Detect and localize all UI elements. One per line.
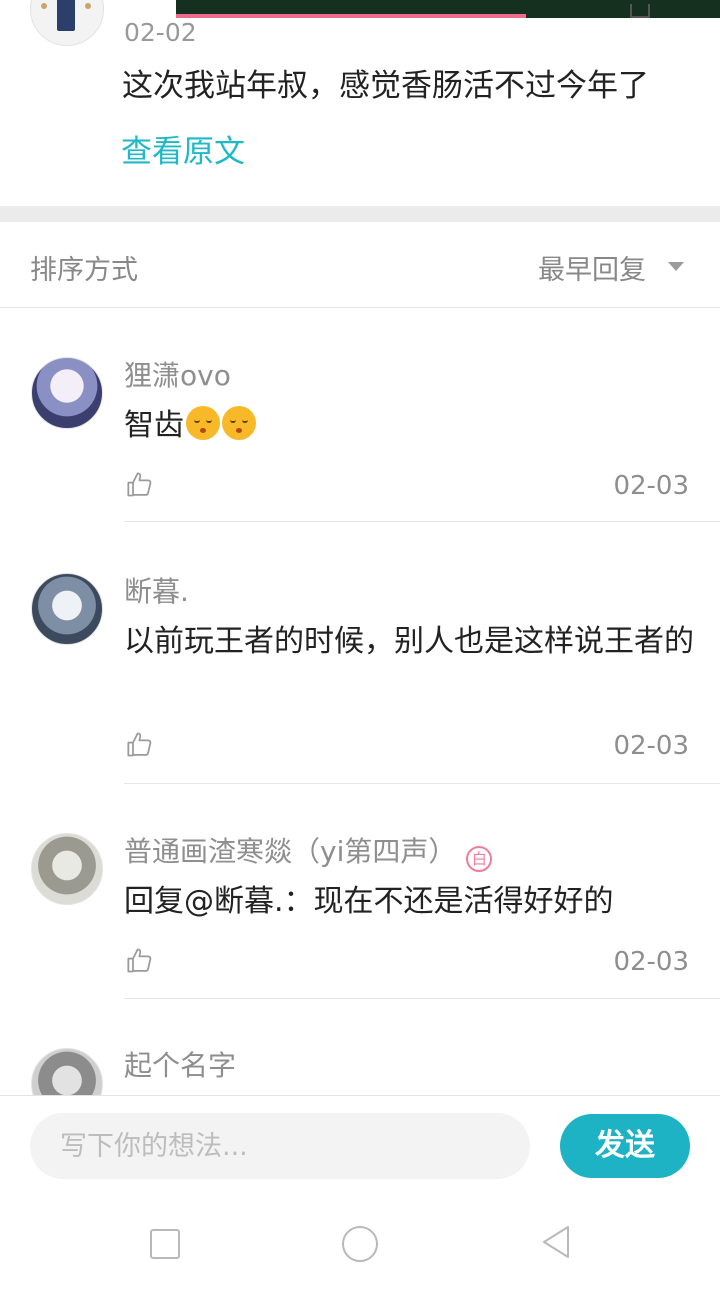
comment-author[interactable]: 狸潇ovo <box>124 354 231 394</box>
media-control-icon[interactable] <box>630 4 650 18</box>
comment-author[interactable]: 起个名字 <box>124 1044 236 1084</box>
post-text: 这次我站年叔，感觉香肠活不过今年了 <box>122 68 649 104</box>
comment-author[interactable]: 普通画渣寒燚（yi第四声）白 <box>124 830 493 872</box>
nav-home-icon[interactable] <box>342 1226 378 1262</box>
media-preview[interactable] <box>176 0 720 18</box>
media-progress-bar <box>176 14 526 18</box>
comment-date: 02-03 <box>613 947 689 977</box>
kissing-face-emoji <box>186 406 220 440</box>
comment-text: 智齿 <box>124 402 694 450</box>
system-nav-bar <box>0 1195 720 1291</box>
sort-caret-icon[interactable] <box>668 262 684 271</box>
nav-back-icon[interactable] <box>540 1224 572 1260</box>
comment-date: 02-03 <box>613 471 689 501</box>
comment-divider <box>124 521 720 522</box>
nav-recent-icon[interactable] <box>150 1229 180 1259</box>
thumbs-up-icon[interactable] <box>126 731 154 759</box>
sort-dropdown[interactable]: 最早回复 <box>538 248 646 287</box>
thumbs-up-icon[interactable] <box>126 471 154 499</box>
thumbs-up-icon[interactable] <box>126 947 154 975</box>
comment-divider <box>124 998 720 999</box>
comment-date: 02-03 <box>613 731 689 761</box>
view-original-link[interactable]: 查看原文 <box>121 126 245 171</box>
comment-author[interactable]: 断暮. <box>124 570 189 610</box>
user-badge-icon: 白 <box>466 846 493 872</box>
post-author-avatar[interactable] <box>30 0 104 46</box>
post-date: 02-02 <box>124 18 197 47</box>
sort-label: 排序方式 <box>30 255 138 286</box>
comment-avatar[interactable] <box>31 357 103 429</box>
sort-bar: 排序方式 最早回复 <box>0 222 720 308</box>
comment-text: 以前玩王者的时候，别人也是这样说王者的 <box>124 624 694 659</box>
comment-text: 回复@断暮.：现在不还是活得好好的 <box>124 884 614 919</box>
comment-avatar[interactable] <box>31 573 103 645</box>
comment-input[interactable] <box>30 1113 530 1179</box>
comment-avatar[interactable] <box>31 833 103 905</box>
comment-divider <box>124 783 720 784</box>
section-divider <box>0 206 720 222</box>
kissing-face-emoji <box>222 406 256 440</box>
send-button[interactable]: 发送 <box>560 1114 690 1178</box>
comment-composer: 发送 <box>0 1095 720 1195</box>
